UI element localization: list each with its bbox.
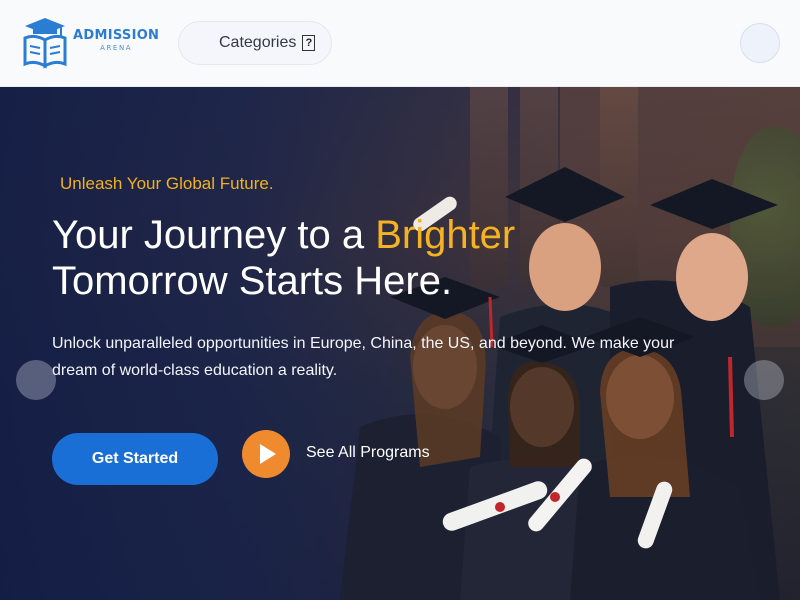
categories-label: Categories <box>219 34 297 51</box>
headline-part1: Your Journey to a <box>52 213 376 257</box>
logo[interactable]: ADMISSION ARENA <box>21 16 159 70</box>
hero-description: Unlock unparalleled opportunities in Eur… <box>52 335 675 379</box>
categories-button[interactable]: Categories ? <box>178 21 332 65</box>
hero-eyebrow: Unleash Your Global Future. <box>60 174 274 193</box>
logo-subtitle: ARENA <box>100 44 133 52</box>
play-icon[interactable] <box>242 430 290 478</box>
logo-text: ADMISSION ARENA <box>73 28 159 52</box>
hero-banner: Unleash Your Global Future. Your Journey… <box>0 87 800 600</box>
get-started-button[interactable]: Get Started <box>52 433 218 485</box>
slider-prev-button[interactable] <box>16 360 56 400</box>
hero-headline: Your Journey to a Brighter Tomorrow Start… <box>52 212 652 304</box>
headline-part2: Tomorrow Starts Here. <box>52 259 453 303</box>
categories-icon: ? <box>302 35 316 51</box>
headline-accent: Brighter <box>375 213 516 257</box>
site-header: ADMISSION ARENA Categories ? <box>0 0 800 87</box>
user-avatar-button[interactable] <box>740 23 780 63</box>
logo-title: ADMISSION <box>73 28 160 43</box>
see-all-programs-link[interactable]: See All Programs <box>306 444 430 462</box>
graduation-book-icon <box>23 18 67 69</box>
slider-next-button[interactable] <box>744 360 784 400</box>
